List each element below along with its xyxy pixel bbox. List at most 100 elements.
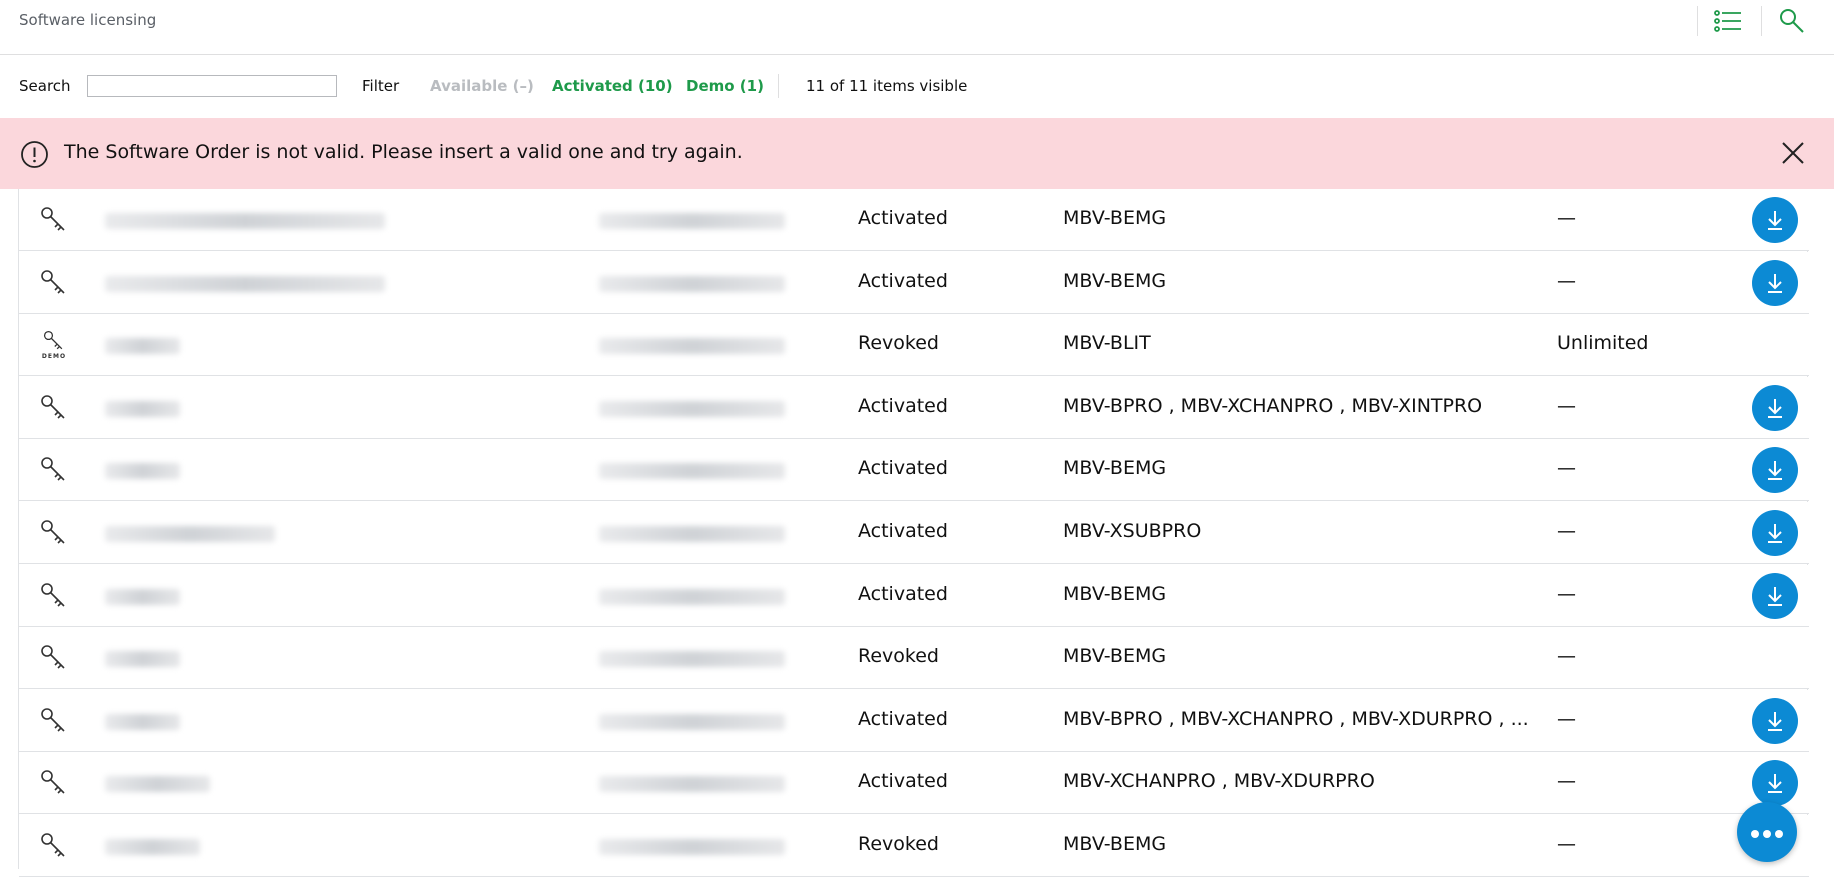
license-codes: MBV-BEMG [1063, 833, 1167, 855]
download-button[interactable] [1752, 760, 1798, 807]
demo-label: DEMO [41, 353, 67, 361]
key-icon [19, 502, 89, 564]
license-status: Revoked [858, 833, 939, 855]
alert-circle-icon [21, 141, 48, 168]
license-codes: MBV-BEMG [1063, 582, 1167, 605]
table-row[interactable]: Activated MBV-XSUBPRO — [19, 502, 1809, 564]
table-row[interactable]: Revoked MBV-BEMG — [19, 627, 1809, 690]
license-codes: MBV-XCHANPRO , MBV-XDURPRO [1063, 770, 1375, 793]
redacted-name [105, 463, 180, 480]
redacted-code [599, 839, 785, 855]
redacted-code [599, 463, 785, 480]
search-icon[interactable] [1776, 8, 1808, 34]
license-codes: MBV-XSUBPRO [1063, 520, 1202, 542]
redacted-code [599, 588, 785, 605]
license-expiry: — [1557, 394, 1576, 417]
table-row[interactable]: Activated MBV-XCHANPRO , MBV-XDURPRO — [19, 752, 1809, 815]
key-icon [19, 565, 89, 627]
license-codes: MBV-BEMG [1063, 269, 1167, 292]
license-expiry: — [1557, 457, 1576, 480]
license-status: Revoked [858, 645, 939, 668]
redacted-name [105, 338, 180, 355]
redacted-code [599, 275, 785, 292]
list-view-icon[interactable] [1712, 8, 1744, 34]
license-expiry: — [1557, 645, 1576, 668]
table-row[interactable]: Revoked MBV-BEMG — [19, 815, 1809, 877]
visible-items-count: 11 of 11 items visible [806, 77, 968, 95]
redacted-name [105, 651, 180, 668]
table-row[interactable]: Activated MBV-BEMG — [19, 439, 1809, 502]
table-row[interactable]: Activated MBV-BPRO , MBV-XCHANPRO , MBV-X… [19, 689, 1809, 752]
license-codes: MBV-BPRO , MBV-XCHANPRO , MBV-XDURPRO , … [1063, 707, 1529, 730]
more-options-button[interactable] [1737, 802, 1797, 862]
redacted-code [599, 213, 785, 229]
close-icon[interactable] [1780, 140, 1806, 166]
key-icon [19, 439, 89, 501]
download-button[interactable] [1752, 572, 1798, 619]
license-expiry: — [1557, 833, 1576, 855]
download-button[interactable] [1752, 697, 1798, 744]
redacted-code [599, 776, 785, 793]
license-status: Activated [858, 457, 948, 480]
redacted-name [105, 713, 180, 730]
table-row[interactable]: Activated MBV-BEMG — [19, 564, 1809, 627]
license-codes: MBV-BPRO , MBV-XCHANPRO , MBV-XINTPRO [1063, 394, 1483, 417]
header-divider [1697, 6, 1698, 36]
download-icon [1768, 586, 1782, 606]
redacted-name [105, 400, 180, 417]
redacted-code [599, 400, 785, 417]
license-expiry: — [1557, 269, 1576, 292]
license-status: Activated [858, 582, 948, 605]
key-icon [19, 815, 89, 877]
table-row[interactable]: DEMO Revoked MBV-BLIT Unlimited [19, 314, 1809, 377]
license-expiry: — [1557, 582, 1576, 605]
license-codes: MBV-BEMG [1063, 457, 1167, 480]
license-expiry: — [1557, 207, 1576, 229]
filter-divider [778, 74, 779, 98]
key-icon [19, 627, 89, 689]
table-row[interactable]: Activated MBV-BEMG — [19, 189, 1809, 251]
filter-label: Filter [362, 77, 400, 95]
header-divider [1761, 6, 1762, 36]
redacted-code [599, 526, 785, 542]
license-expiry: — [1557, 707, 1576, 730]
redacted-name [105, 213, 385, 229]
redacted-code [599, 651, 785, 668]
license-expiry: — [1557, 770, 1576, 793]
table-row[interactable]: Activated MBV-BEMG — [19, 251, 1809, 314]
download-icon [1768, 774, 1782, 794]
download-icon [1768, 524, 1782, 543]
license-status: Activated [858, 207, 948, 229]
filter-demo[interactable]: Demo (1) [686, 77, 764, 95]
search-label: Search [19, 77, 71, 95]
error-banner: The Software Order is not valid. Please … [0, 118, 1834, 189]
download-button[interactable] [1752, 384, 1798, 431]
download-icon [1768, 398, 1782, 418]
redacted-code [599, 338, 785, 355]
key-icon [19, 690, 89, 752]
app-title: Software licensing [19, 11, 157, 29]
search-input[interactable] [87, 75, 337, 97]
download-icon [1768, 211, 1782, 230]
key-icon [19, 252, 89, 314]
license-status: Activated [858, 520, 948, 542]
license-status: Activated [858, 394, 948, 417]
more-options-icon [1749, 823, 1785, 842]
download-button[interactable] [1752, 197, 1798, 243]
download-button[interactable] [1752, 510, 1798, 556]
download-button[interactable] [1752, 447, 1798, 494]
app-header: Software licensing [0, 0, 1834, 55]
table-row[interactable]: Activated MBV-BPRO , MBV-XCHANPRO , MBV-X… [19, 376, 1809, 439]
license-table: Activated MBV-BEMG — Activated MBV-BEMG — DEMO… [18, 189, 1809, 877]
filter-available: Available (–) [430, 77, 534, 95]
license-expiry: — [1557, 520, 1576, 542]
demo-key-icon: DEMO [19, 314, 89, 376]
redacted-name [105, 839, 200, 855]
error-message: The Software Order is not valid. Please … [64, 141, 743, 163]
filter-activated[interactable]: Activated (10) [552, 77, 673, 95]
redacted-name [105, 275, 385, 292]
redacted-name [105, 588, 180, 605]
download-button[interactable] [1752, 259, 1798, 306]
filter-bar: Search Filter Available (–) Activated (1… [0, 56, 1834, 118]
redacted-name [105, 526, 275, 542]
